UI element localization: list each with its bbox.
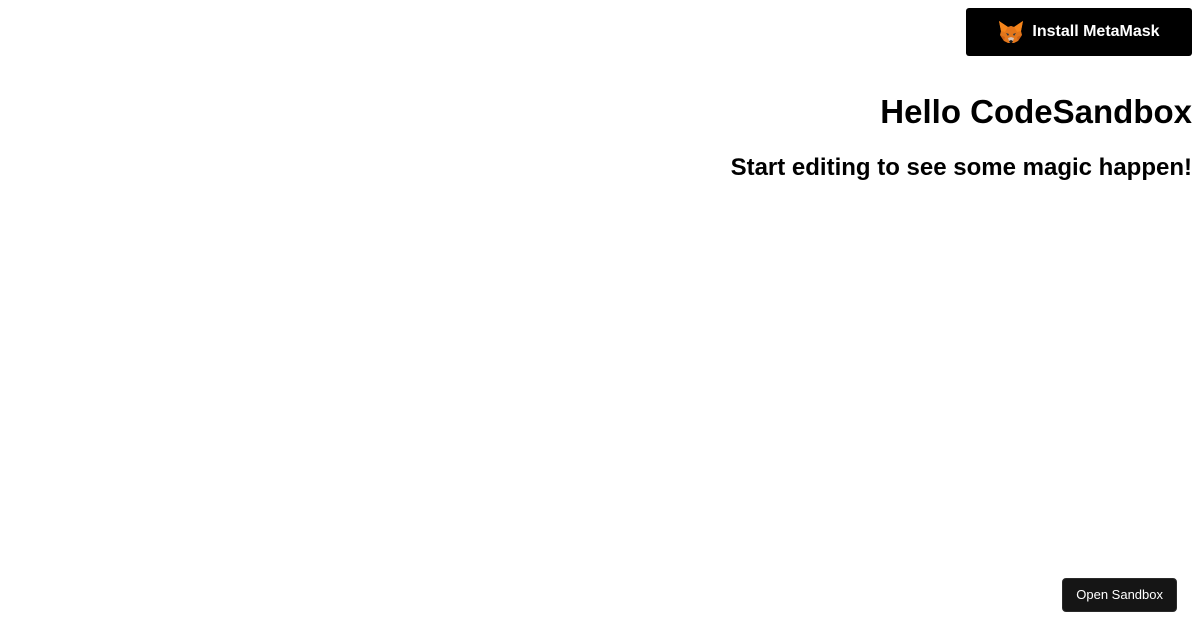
page: Install MetaMask Hello CodeSandbox Start… xyxy=(0,0,1200,630)
page-subtitle: Start editing to see some magic happen! xyxy=(730,154,1192,181)
install-metamask-label: Install MetaMask xyxy=(1032,23,1160,40)
install-metamask-button[interactable]: Install MetaMask xyxy=(966,8,1192,56)
metamask-fox-icon xyxy=(998,20,1024,44)
page-title: Hello CodeSandbox xyxy=(880,93,1192,130)
open-sandbox-button[interactable]: Open Sandbox xyxy=(1062,578,1177,612)
